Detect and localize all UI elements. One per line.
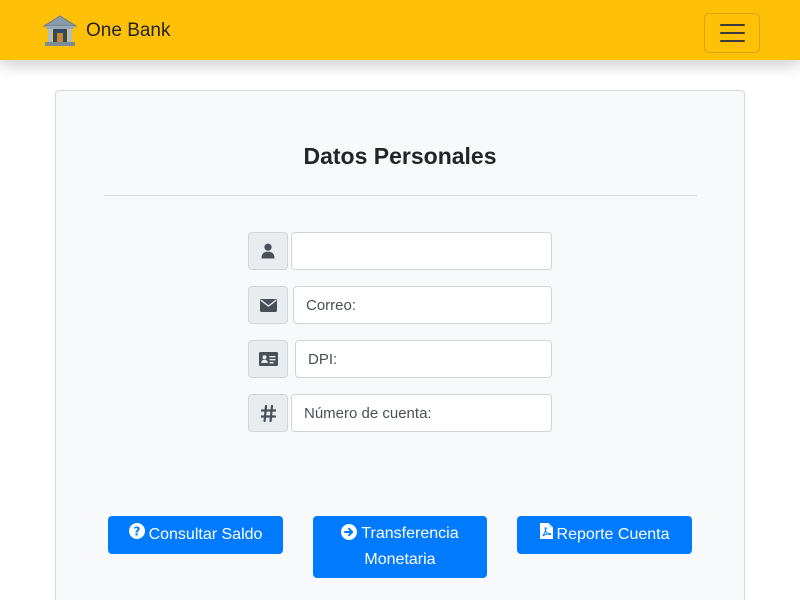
page-title: Datos Personales xyxy=(303,143,497,169)
brand-name: One Bank xyxy=(86,20,171,41)
hamburger-menu-icon xyxy=(719,24,745,26)
transferencia-label-line1-wrap: Transferencia xyxy=(341,522,459,548)
transferencia-label-line1: Transferencia xyxy=(361,525,459,542)
id-card-icon xyxy=(248,340,288,378)
consultar-saldo-button[interactable]: ? Consultar Saldo xyxy=(108,516,283,554)
hamburger-menu-button[interactable] xyxy=(704,13,760,53)
title-divider xyxy=(104,195,697,196)
hamburger-menu-icon-bar xyxy=(719,32,745,34)
arrow-circle-right-icon xyxy=(341,524,358,548)
bank-building-icon xyxy=(42,15,78,46)
envelope-icon xyxy=(248,286,288,324)
pdf-file-icon xyxy=(539,523,553,547)
question-circle-icon: ? xyxy=(128,523,145,547)
hash-icon xyxy=(248,394,288,432)
reporte-cuenta-button[interactable]: Reporte Cuenta xyxy=(517,516,692,554)
transferencia-label-line2: Monetaria xyxy=(364,551,436,568)
brand-link[interactable]: One Bank xyxy=(42,14,171,48)
personal-data-card: Datos Personales ? Consultar Saldo Trans… xyxy=(55,90,745,600)
top-navbar: One Bank xyxy=(0,0,800,60)
svg-text:?: ? xyxy=(133,524,140,538)
account-number-field[interactable] xyxy=(291,394,552,432)
transferencia-monetaria-button[interactable]: Transferencia Monetaria xyxy=(313,516,487,578)
reporte-cuenta-label: Reporte Cuenta xyxy=(556,526,670,543)
hamburger-menu-icon-bar xyxy=(719,40,745,42)
dpi-field[interactable] xyxy=(295,340,552,378)
consultar-saldo-label: Consultar Saldo xyxy=(148,526,263,543)
email-field[interactable] xyxy=(293,286,552,324)
name-input[interactable] xyxy=(291,232,552,270)
user-icon xyxy=(248,232,288,270)
